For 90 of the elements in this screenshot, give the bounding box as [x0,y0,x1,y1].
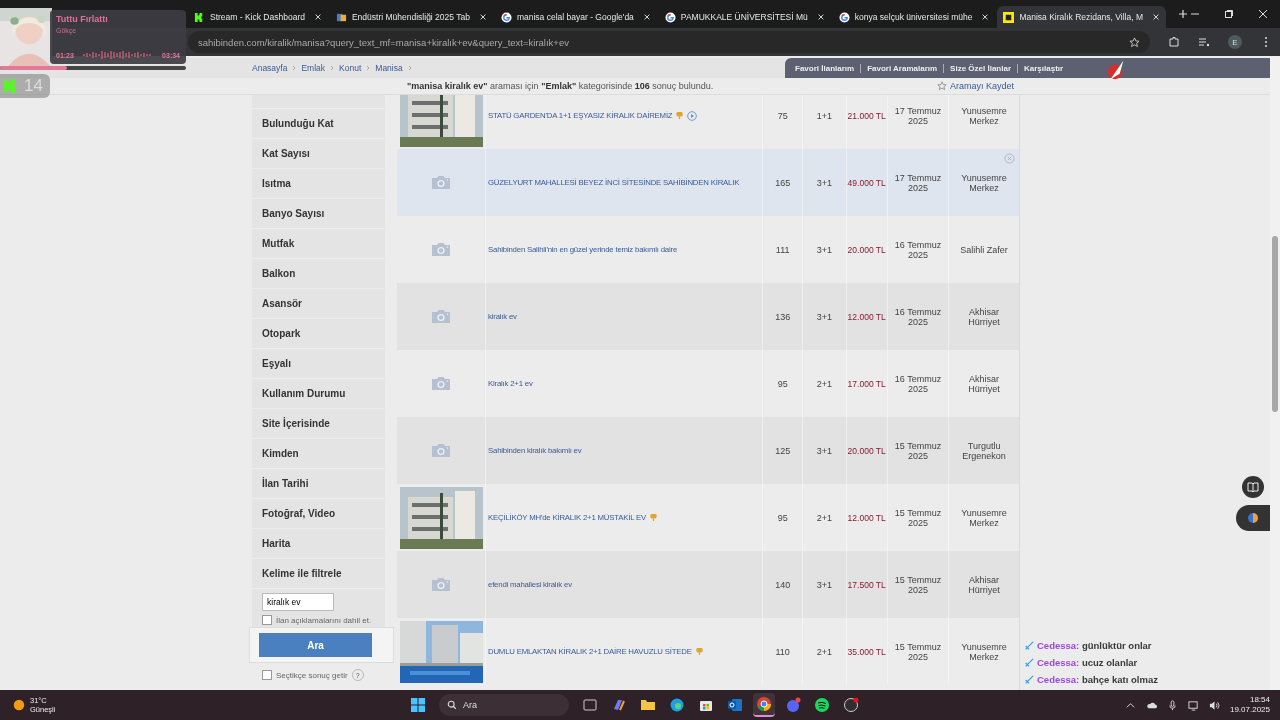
search-button[interactable]: Ara [259,633,372,657]
rooms-text: 3+1 [816,445,833,456]
rooms-text: 2+1 [816,378,833,389]
date-text: 16 Temmuz 2025 [893,373,943,394]
rooms-text: 3+1 [816,177,833,188]
price-text: 12.000 TL [847,512,886,523]
rooms-text: 3+1 [816,311,833,322]
area-text: 110 [775,646,790,657]
filter-item[interactable]: Otopark [252,319,385,348]
chat-message: Cedessa: bahçe katı olmaz [1037,674,1158,685]
breadcrumb-link[interactable]: Emlak [301,63,326,73]
breadcrumb-link[interactable]: Anasayfa [252,63,288,73]
filter-item[interactable]: Kimden [252,439,385,468]
rooms-text: 3+1 [816,579,833,590]
filter-item[interactable]: Banyo Sayısı [252,199,385,228]
area-text: 95 [777,512,788,523]
date-text: 17 Temmuz 2025 [893,172,943,193]
chat-message: Cedessa: günlüktür onlar [1037,640,1152,651]
location-text: Yunusemre Merkez [960,105,1008,126]
result-summary: "manisa kiralık ev" araması için "Emlak" kategorisinde 106 sonuç bulundu. [407,81,715,91]
filter-item[interactable]: Mutfak [252,229,385,258]
browser-tab[interactable]: PAMUKKALE ÜNİVERSİTESİ Mü [658,6,831,28]
location-text: Akhisar Hürriyet [967,373,1001,394]
location-text: Turgutlu Ergenekon [961,440,1007,461]
area-text: 165 [775,177,791,188]
location-text: Yunusemre Merkez [960,507,1008,528]
date-text: 15 Temmuz 2025 [893,440,943,461]
price-text: 17.500 TL [847,579,886,590]
filter-item[interactable]: Eşyalı [252,349,385,378]
area-text: 75 [777,110,788,121]
rooms-text: 2+1 [816,646,833,657]
date-text: 17 Temmuz 2025 [893,105,943,126]
filter-item[interactable]: Kullanım Durumu [252,379,385,408]
price-text: 21.000 TL [847,110,886,121]
filter-item[interactable]: İlan Tarihi [252,469,385,498]
filter-item[interactable]: Balkon [252,259,385,288]
date-text: 15 Temmuz 2025 [893,574,943,595]
browser-tab[interactable]: Manisa Kiralık Rezidans, Villa, M [997,6,1167,28]
song-title: Tuttu Fırlattı [56,14,109,24]
checkbox-label: Seçtikçe sonuç getir [276,670,348,680]
browser-tab[interactable]: konya selçuk üniversitesi mühe [832,6,996,28]
filter-item[interactable]: Site İçerisinde [252,409,385,438]
price-text: 17.000 TL [847,378,886,389]
location-text: Akhisar Hürriyet [967,306,1001,327]
rooms-text: 1+1 [816,110,833,121]
filter-item[interactable]: Harita [252,529,385,558]
area-text: 111 [775,244,790,255]
location-text: Salihli Zafer [960,244,1008,255]
user-link[interactable]: Favori Aramalarım [867,63,938,73]
keyword-field[interactable]: kiralık ev [262,593,334,611]
rooms-text: 3+1 [816,244,833,255]
location-text: Akhisar Hürriyet [967,574,1001,595]
location-text: Yunusemre Merkez [960,172,1008,193]
address-field[interactable]: sahibinden.com/kiralik/manisa?query_text_mf=manisa+kiralık+ev&query_text=kiralık+ev [188,31,1150,53]
area-text: 136 [775,311,791,322]
filter-item[interactable]: Kat Sayısı [252,139,385,168]
breadcrumb-link[interactable]: Manisa [375,63,403,73]
date-text: 16 Temmuz 2025 [893,306,943,327]
price-text: 20.000 TL [847,445,886,456]
filter-item[interactable]: Bulunduğu Kat [252,109,385,138]
browser-tab[interactable]: manisa celal bayar - Google'da [494,6,657,28]
filter-item[interactable]: Kelime ile filtrele [252,559,385,588]
browser-tab[interactable]: Endüstri Mühendisliği 2025 Tab [329,6,493,28]
filter-item[interactable]: Asansör [252,289,385,318]
location-text: Yunusemre Merkez [960,641,1008,662]
filter-item[interactable]: Fotoğraf, Video [252,499,385,528]
user-link[interactable]: Size Özel İlanlar [950,63,1012,73]
price-text: 35.000 TL [847,646,886,657]
price-text: 20.000 TL [847,244,886,255]
area-text: 125 [775,445,791,456]
price-text: 12.000 TL [847,311,886,322]
save-search-link[interactable]: Aramayı Kaydet [937,81,1015,91]
clock-date[interactable]: 19.07.2025 [1229,705,1270,715]
date-text: 15 Temmuz 2025 [893,641,943,662]
rooms-text: 2+1 [816,512,833,523]
area-text: 140 [775,579,791,590]
user-link[interactable]: Karşılaştır [1024,63,1064,73]
profile-avatar[interactable]: E [1228,35,1242,49]
price-text: 49.000 TL [847,177,886,188]
breadcrumb-link[interactable]: Konut [339,63,362,73]
chat-message: Cedessa: ucuz olanlar [1037,657,1138,668]
user-link[interactable]: Favori İlanlarım [795,63,855,73]
taskbar-search-field[interactable]: Ara [439,694,569,716]
date-text: 16 Temmuz 2025 [893,239,943,260]
clock-time[interactable]: 18:54 [1249,695,1270,705]
area-text: 95 [777,378,788,389]
checkbox-label: İlan açıklamalarını dahil et. [276,615,372,625]
browser-tab[interactable]: Stream - Kick Dashboard [188,6,328,28]
filter-item[interactable]: Isıtma [252,169,385,198]
date-text: 15 Temmuz 2025 [893,507,943,528]
